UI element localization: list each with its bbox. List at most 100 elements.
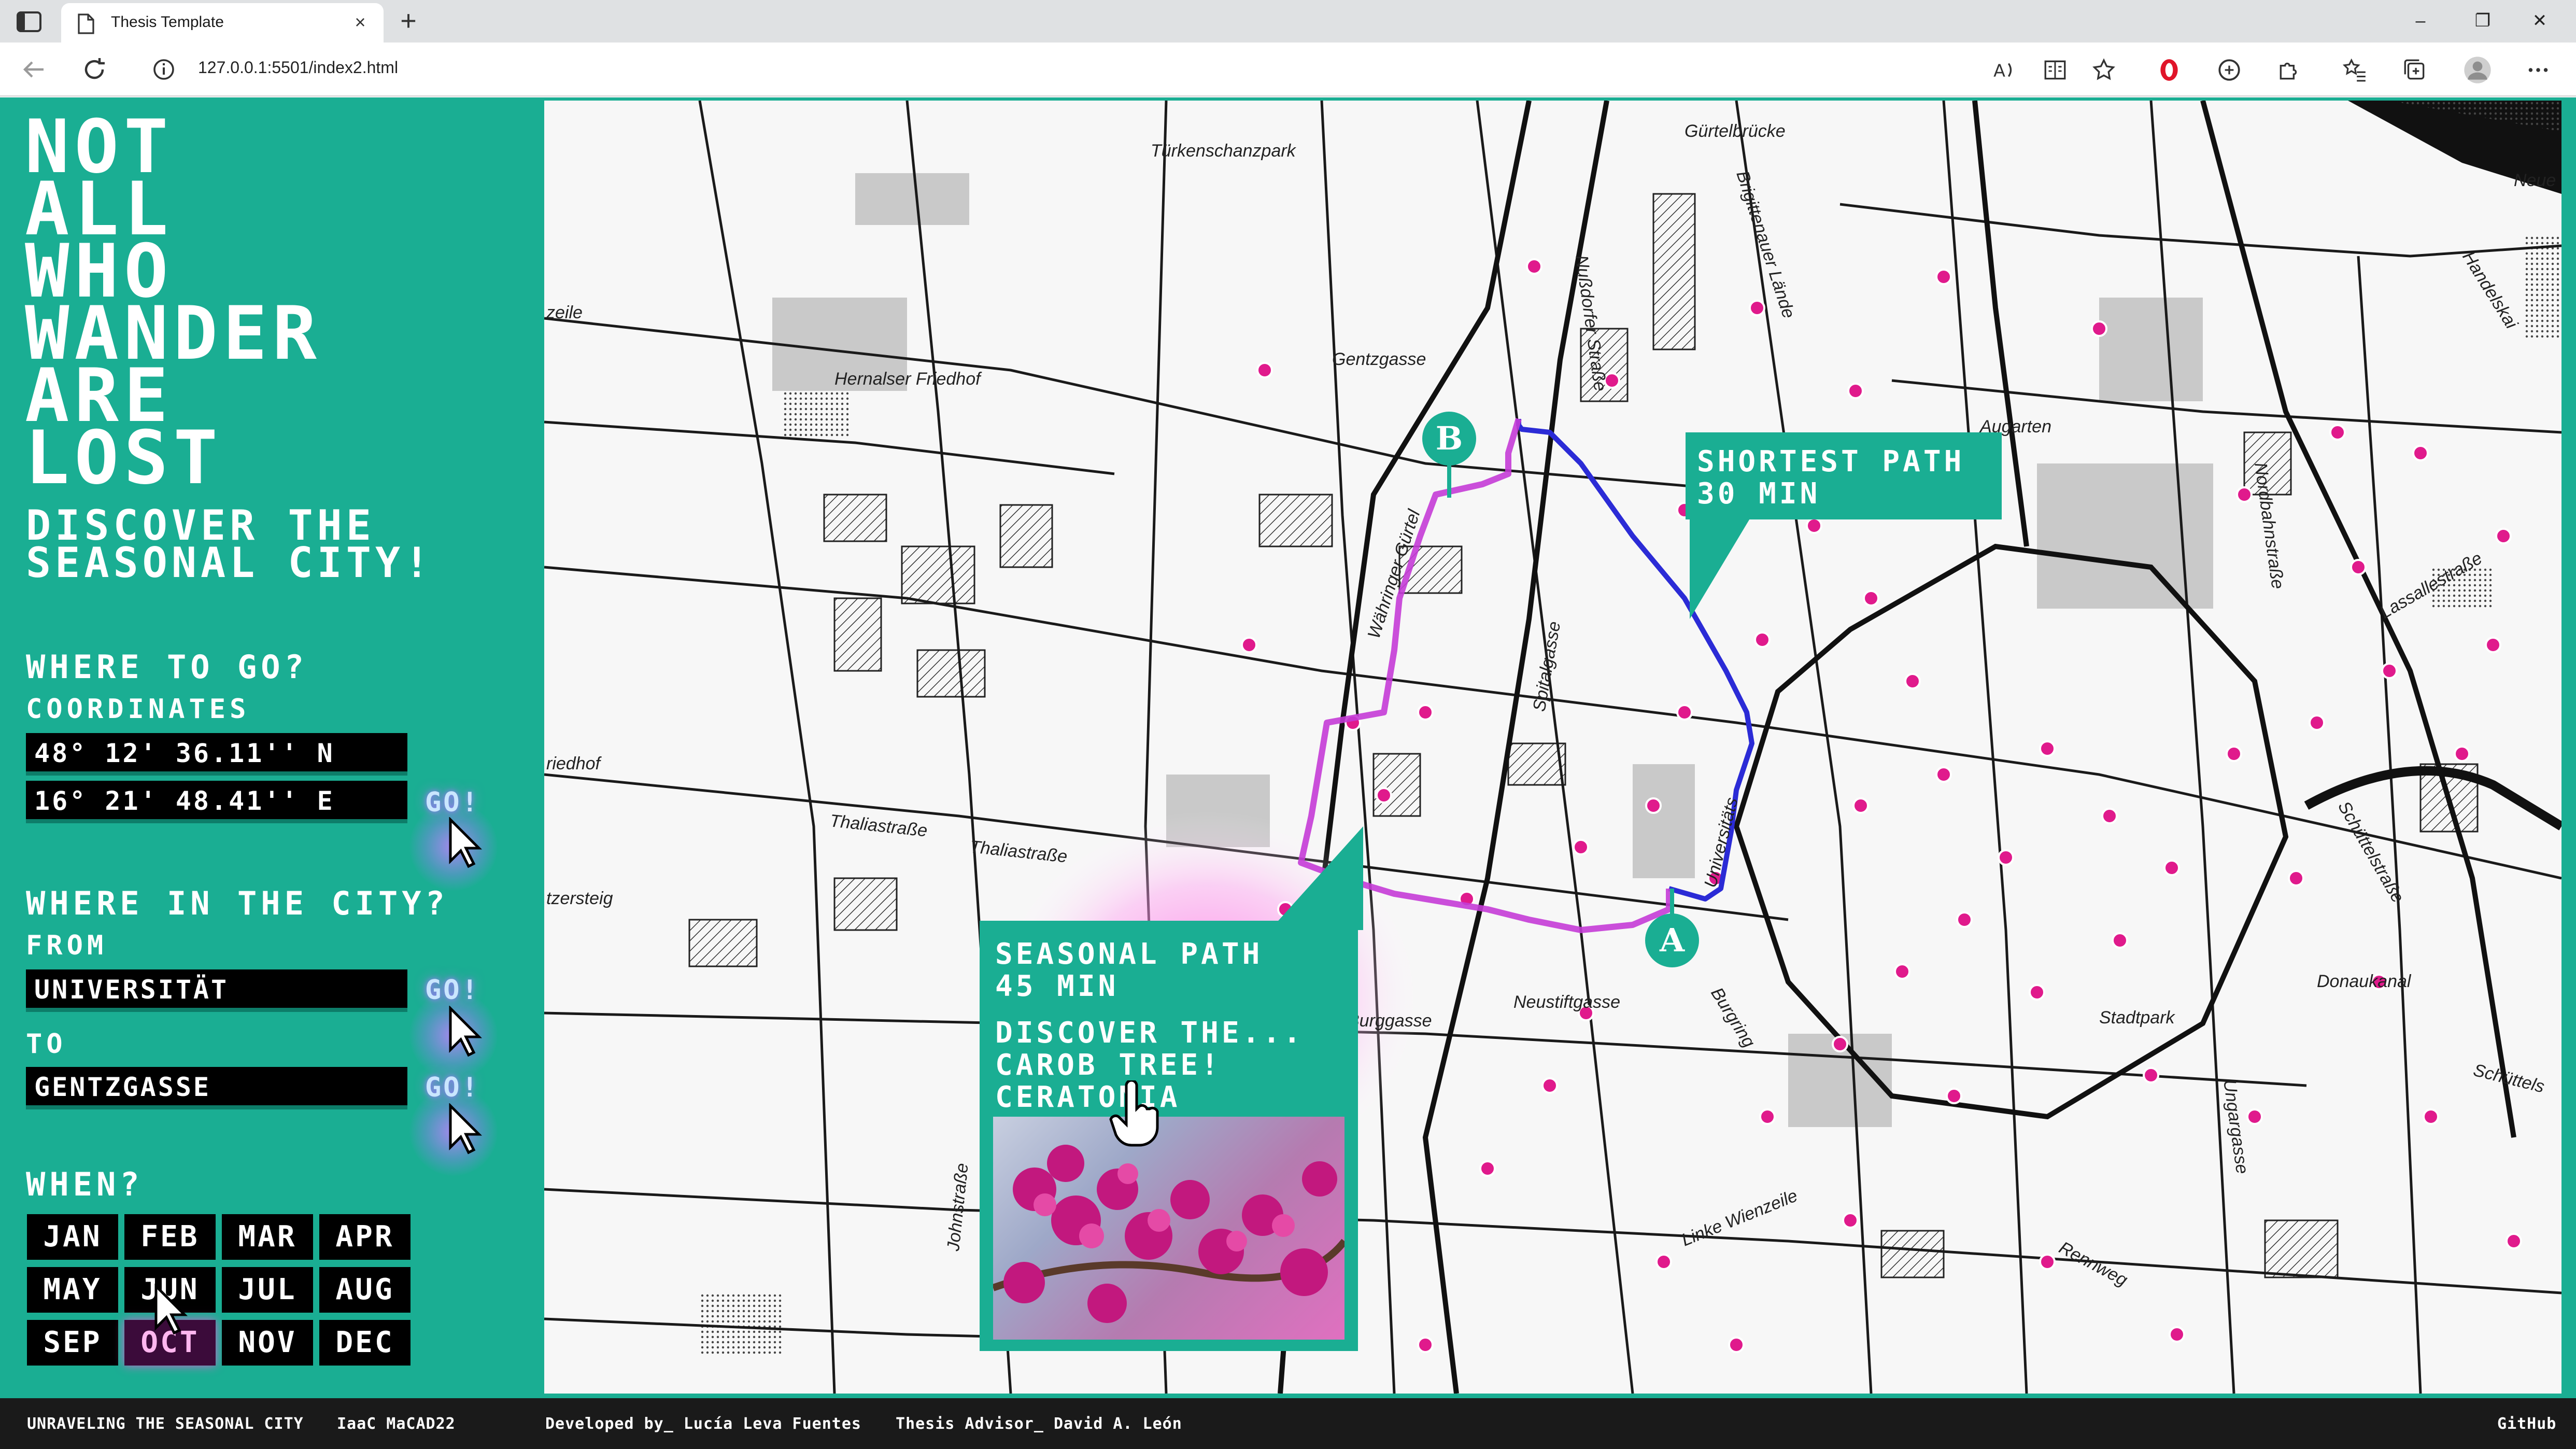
seasonal-path-title: SEASONAL PATH [995, 937, 1263, 971]
map-label: zeile [546, 303, 583, 322]
month-apr-button[interactable]: APR [319, 1214, 411, 1260]
collections-icon[interactable] [2402, 57, 2428, 83]
shortest-path-title: SHORTEST PATH [1697, 445, 1965, 479]
map-label: Thaliastraße [829, 811, 928, 841]
map-canvas: Türkenschanzpark Gürtelbrücke Hernalser … [544, 101, 2561, 1394]
map-label: Neue [2514, 171, 2556, 190]
hand-cursor-icon [1108, 1079, 1160, 1148]
favorite-icon[interactable] [2091, 57, 2117, 83]
map-label: Johnstraße [943, 1162, 972, 1253]
map-label: Burgring [1707, 984, 1759, 1051]
map-label: Burggasse [1348, 1011, 1432, 1031]
month-nov-button[interactable]: NOV [222, 1320, 313, 1366]
github-link[interactable]: GitHub [2497, 1415, 2556, 1433]
map-label: Thaliastraße [969, 837, 1068, 867]
svg-text:A: A [1993, 61, 2005, 81]
shortest-path-duration: 30 MIN [1697, 477, 1821, 511]
where-to-go-heading: WHERE TO GO? [26, 648, 308, 686]
month-may-button[interactable]: MAY [27, 1267, 118, 1313]
browser-tab-bar: Thesis Template × + – ❐ ✕ [0, 0, 2576, 43]
map-label: tzersteig [546, 889, 613, 908]
map-label: Ungargasse [2219, 1078, 2252, 1175]
month-jan-button[interactable]: JAN [27, 1214, 118, 1260]
cursor-icon [153, 1283, 190, 1335]
map-label: Universitäts [1701, 795, 1742, 890]
map-label: Türkenschanzpark [1151, 141, 1297, 161]
coordinates-label: COORDINATES [26, 694, 250, 725]
sidebar: NOT ALL WHO WANDER ARE LOST DISCOVER THE… [0, 97, 544, 1398]
new-tab-button[interactable]: + [394, 7, 423, 36]
map[interactable]: Türkenschanzpark Gürtelbrücke Hernalser … [544, 101, 2561, 1394]
close-window-button[interactable]: ✕ [2524, 6, 2555, 35]
page-icon [77, 13, 95, 34]
info-icon[interactable] [151, 57, 176, 82]
restore-button[interactable]: ❐ [2467, 6, 2498, 35]
map-label: Gürtelbrücke [1685, 121, 1786, 141]
map-label: Donaukanal [2317, 972, 2412, 991]
tab-title: Thesis Template [111, 13, 224, 31]
map-label: riedhof [546, 754, 602, 773]
pin-b-tail [1447, 461, 1451, 498]
extension-icon[interactable] [2216, 57, 2242, 83]
carob-tree-photo[interactable] [993, 1117, 1344, 1340]
month-sep-button[interactable]: SEP [27, 1320, 118, 1366]
month-jul-button[interactable]: JUL [222, 1267, 313, 1313]
hero-title-line: LOST [25, 415, 223, 501]
cursor-icon [448, 1102, 484, 1155]
pin-b-marker[interactable]: B [1422, 412, 1476, 466]
browser-tab[interactable]: Thesis Template × [61, 3, 384, 43]
discover-line: CAROB TREE! [995, 1048, 1222, 1082]
address-bar: 127.0.0.1:5501/index2.html A [0, 43, 2576, 96]
map-label: Stadtpark [2099, 1008, 2176, 1028]
hero-title: NOT ALL WHO WANDER ARE LOST [25, 110, 491, 501]
month-aug-button[interactable]: AUG [319, 1267, 411, 1313]
seasonal-path-callout: SEASONAL PATH 45 MIN DISCOVER THE... CAR… [980, 921, 1358, 1351]
month-feb-button[interactable]: FEB [124, 1214, 216, 1260]
month-mar-button[interactable]: MAR [222, 1214, 313, 1260]
pin-a-marker[interactable]: A [1645, 913, 1699, 967]
longitude-field[interactable]: 16° 21' 48.41'' E [26, 781, 407, 823]
map-label: Schüttelstraße [2334, 798, 2408, 906]
latitude-field[interactable]: 48° 12' 36.11'' N [26, 733, 407, 776]
footer-advisor: Thesis Advisor_ David A. León [896, 1415, 1182, 1433]
map-label: Hernalser Friedhof [834, 369, 982, 389]
tab-close-icon[interactable]: × [349, 11, 371, 33]
favorites-icon[interactable] [2342, 57, 2368, 83]
to-field[interactable]: GENTZGASSE [26, 1067, 407, 1109]
to-label: TO [26, 1029, 67, 1060]
discover-line: DISCOVER THE... [995, 1016, 1304, 1050]
page: NOT ALL WHO WANDER ARE LOST DISCOVER THE… [0, 97, 2576, 1449]
reader-icon[interactable] [2042, 57, 2068, 83]
footer-project: UNRAVELING THE SEASONAL CITY [27, 1415, 304, 1433]
map-label: Nußdorfer Straße [1572, 254, 1610, 392]
where-in-city-heading: WHERE IN THE CITY? [26, 884, 449, 922]
puzzle-icon[interactable] [2276, 57, 2302, 83]
go-to-button[interactable]: GO! [425, 1072, 480, 1103]
window-menu-icon[interactable] [15, 9, 44, 34]
go-from-button[interactable]: GO! [425, 975, 480, 1006]
cursor-icon [448, 816, 484, 869]
map-label: Handelskai [2458, 248, 2522, 333]
url-field[interactable]: 127.0.0.1:5501/index2.html [198, 58, 398, 77]
more-icon[interactable] [2525, 57, 2551, 83]
seasonal-path-duration: 45 MIN [995, 969, 1119, 1003]
map-label: Neustiftgasse [1513, 992, 1620, 1012]
when-heading: WHEN? [26, 1165, 144, 1203]
profile-icon[interactable] [2463, 55, 2492, 85]
shortest-path-callout: SHORTEST PATH 30 MIN [1686, 432, 2002, 519]
reload-icon[interactable] [79, 54, 110, 85]
subtitle-line: SEASONAL CITY! [26, 539, 434, 587]
map-label: Gentzgasse [1332, 349, 1426, 369]
footer: UNRAVELING THE SEASONAL CITY IaaC MaCAD2… [0, 1398, 2576, 1449]
month-dec-button[interactable]: DEC [319, 1320, 411, 1366]
minimize-button[interactable]: – [2405, 6, 2436, 35]
footer-developer: Developed by_ Lucía Leva Fuentes [545, 1415, 861, 1433]
from-field[interactable]: UNIVERSITÄT [26, 969, 407, 1012]
back-icon[interactable] [19, 54, 50, 85]
go-coordinates-button[interactable]: GO! [425, 787, 480, 818]
footer-school: IaaC MaCAD22 [337, 1415, 456, 1433]
opera-icon[interactable] [2156, 57, 2182, 83]
from-label: FROM [26, 930, 108, 961]
read-aloud-icon[interactable]: A [1991, 57, 2017, 83]
cursor-icon [448, 1005, 484, 1058]
